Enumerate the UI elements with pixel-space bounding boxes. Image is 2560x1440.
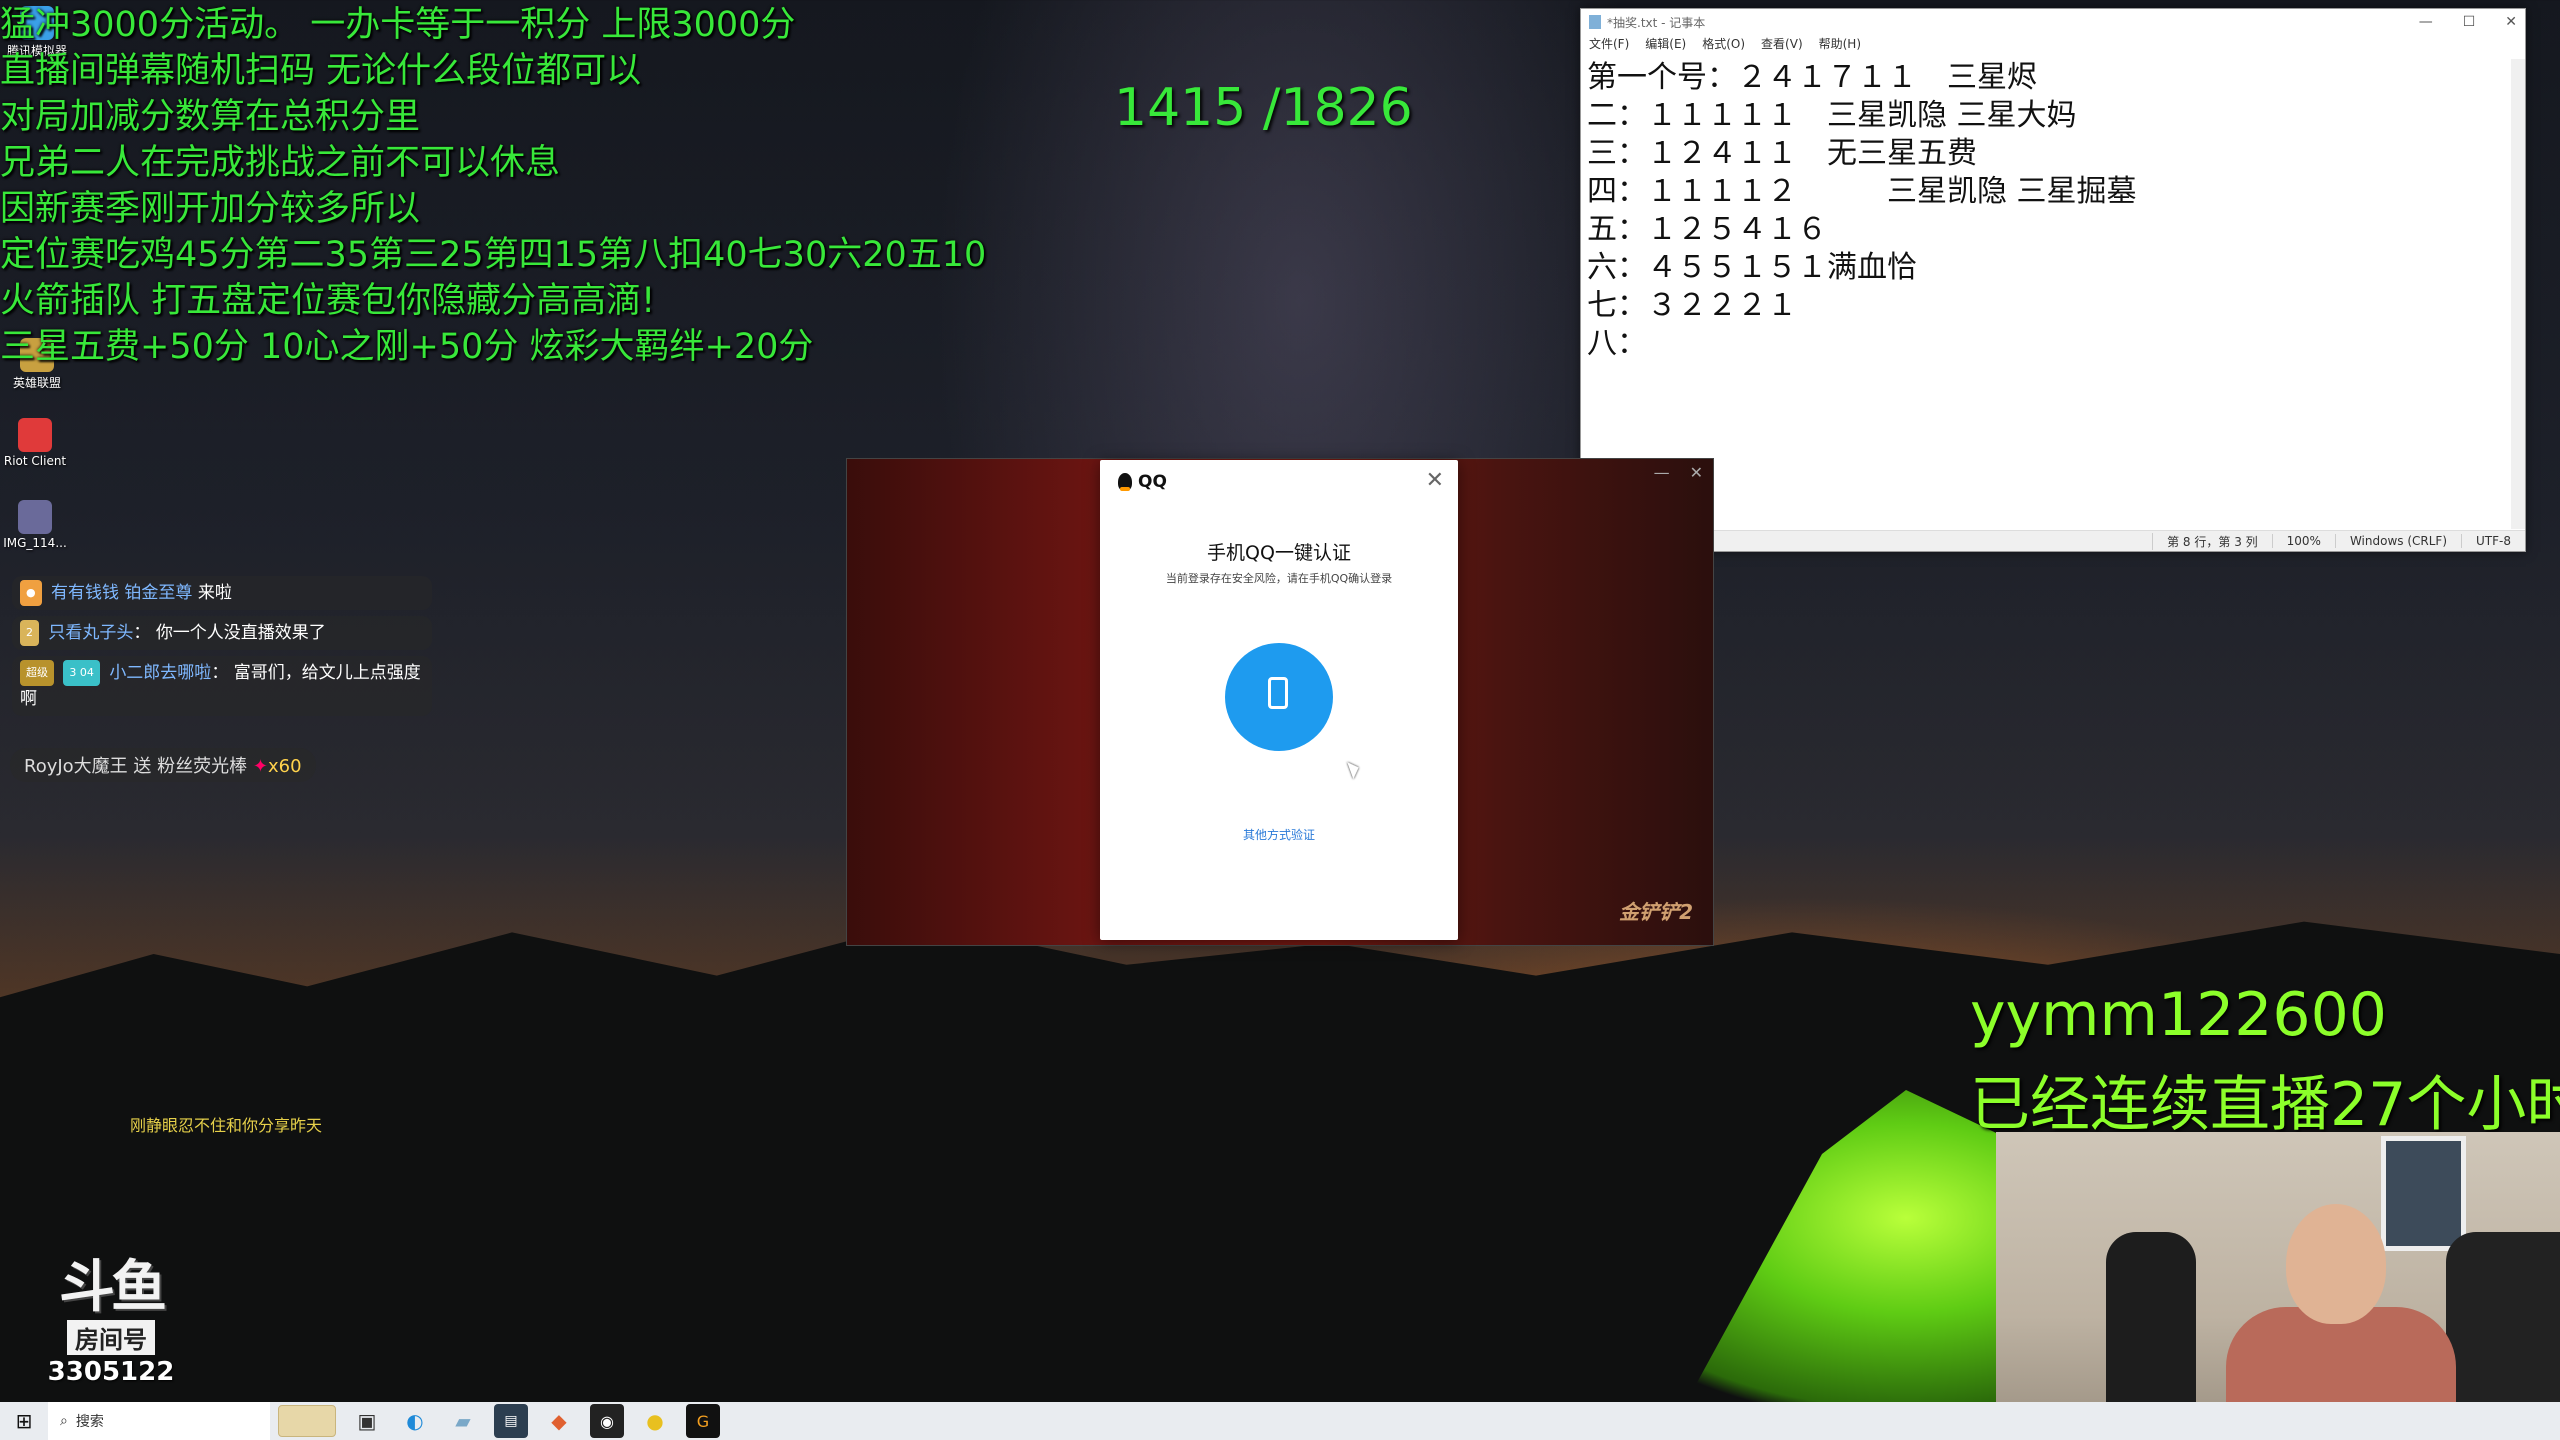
zoom-level: 100% [2271,534,2335,548]
dialog-title: 手机QQ一键认证 [1207,542,1351,564]
cursor-position: 第 8 行，第 3 列 [2152,532,2272,550]
text-line: 第一个号：２４１７１１ 三星烬 [1587,60,2037,95]
menu-view[interactable]: 查看(V) [1761,35,1803,55]
gift-notice: RoyJo大魔王 送 粉丝荧光棒 ✦x60 [10,748,316,782]
edge-browser-icon[interactable]: ◐ [398,1404,432,1438]
weather-widget-icon[interactable] [278,1405,336,1437]
close-icon[interactable]: ✕ [1426,468,1444,493]
fan-badge: ● [20,580,42,606]
overlay-line: 因新赛季刚开加分较多所以 [0,189,421,229]
ticker-text: 刚静眼忍不住和你分享昨天 [130,1116,323,1135]
app-icon[interactable]: ◆ [542,1404,576,1438]
chat-message: 2 只看丸子头： 你一个人没直播效果了 [12,616,432,650]
app-icon[interactable]: ▤ [494,1404,528,1438]
chat-text: 来啦 [197,583,232,603]
room-number: 3305122 [47,1357,175,1387]
maximize-icon[interactable]: ☐ [2463,14,2476,30]
phone-verify-button[interactable] [1225,643,1333,751]
minimize-icon[interactable]: — [1654,463,1670,482]
qq-penguin-icon [1118,473,1132,491]
qq-app-name: QQ [1138,472,1167,492]
encoding: UTF-8 [2461,534,2525,548]
text-line: 二：１１１１１ 三星凯隐 三星大妈 [1587,98,2077,133]
line-ending: Windows (CRLF) [2334,534,2461,548]
taskbar-search[interactable]: ⌕ 搜索 [48,1402,270,1440]
streamer-status: 已经连续直播27个小时 [1970,1070,2560,1140]
text-line: 六：４５５１５１满血恰 [1587,250,1917,285]
app-icon[interactable]: ● [638,1404,672,1438]
app-icon[interactable]: G [686,1404,720,1438]
gift-count: x60 [267,756,302,777]
menu-edit[interactable]: 编辑(E) [1645,35,1686,55]
image-file-icon [18,500,52,534]
level-badge: 3 04 [63,660,100,686]
windows-start-icon[interactable]: ⊞ [0,1409,48,1433]
desktop-icon-img[interactable]: IMG_114... [0,500,70,550]
chat-message: ● 有有钱钱 铂金至尊 来啦 [12,576,432,610]
menu-format[interactable]: 格式(O) [1702,35,1745,55]
streamer-head [2286,1204,2386,1324]
overlay-line: 对局加减分数算在总积分里 [0,97,421,137]
qq-auth-dialog[interactable]: QQ ✕ 手机QQ一键认证 当前登录存在安全风险，请在手机QQ确认登录 其他方式… [1100,460,1458,940]
chat-user: 小二郎去哪啦 [109,663,212,683]
chat-rank: 铂金至尊 [124,583,193,603]
douyu-room-badge: 斗鱼 房间号 3305122 [36,1255,186,1388]
chat-message: 超级 3 04 小二郎去哪啦： 富哥们，给文儿上点强度啊 [12,656,432,716]
glowstick-icon: ✦ [252,756,268,777]
chat-user: 只看丸子头 [48,623,134,643]
text-line: 七：３２２２１ [1587,288,1797,323]
notepad-text-area[interactable]: 第一个号：２４１７１１ 三星烬 二：１１１１１ 三星凯隐 三星大妈 三：１２４１… [1587,59,2509,529]
overlay-line: 猛冲3000分活动。 一办卡等于一积分 上限3000分 [0,5,796,45]
close-icon[interactable]: ✕ [1690,463,1703,482]
minimize-icon[interactable]: — [2419,14,2433,30]
close-icon[interactable]: ✕ [2505,14,2517,30]
game-logo: 金铲铲2 [1619,900,1693,924]
vertical-scrollbar[interactable] [2511,59,2525,529]
overlay-line: 定位赛吃鸡45分第二35第三25第四15第八扣40七30六20五10 [0,235,987,275]
menu-file[interactable]: 文件(F) [1589,35,1629,55]
task-view-icon[interactable]: ▣ [350,1404,384,1438]
phone-icon [1268,677,1288,709]
webcam-feed [1996,1132,2560,1440]
text-line: 三：１２４１１ 无三星五费 [1587,136,1977,171]
file-explorer-icon[interactable]: ▰ [446,1404,480,1438]
search-icon: ⌕ [60,1413,68,1429]
overlay-line: 兄弟二人在完成挑战之前不可以休息 [0,143,561,183]
notepad-title: *抽奖.txt - 记事本 [1607,15,1706,30]
chat-user: 有有钱钱 [51,583,120,603]
notepad-icon [1589,15,1601,29]
gift-user: RoyJo大魔王 [24,756,128,777]
taskbar: ⊞ ⌕ 搜索 ▣ ◐ ▰ ▤ ◆ ◉ ● G [0,1402,2560,1440]
noble-badge: 超级 [20,660,54,686]
dialog-subtitle: 当前登录存在安全风险，请在手机QQ确认登录 [1165,572,1393,585]
overlay-line: 火箭插队 打五盘定位赛包你隐藏分高高滴! [0,281,656,321]
score-counter: 1415 /1826 [1114,78,1413,138]
notepad-menubar: 文件(F) 编辑(E) 格式(O) 查看(V) 帮助(H) [1581,35,2525,55]
room-label: 房间号 [67,1320,155,1355]
notepad-titlebar[interactable]: *抽奖.txt - 记事本 — ☐ ✕ [1581,9,2525,35]
text-line: 五：１２５４１６ [1587,212,1827,247]
chat-panel: ● 有有钱钱 铂金至尊 来啦 2 只看丸子头： 你一个人没直播效果了 超级 3 … [12,576,432,722]
text-line: 四：１１１１２ 三星凯隐 三星掘墓 [1587,174,2137,209]
overlay-line: 三星五费+50分 10心之刚+50分 炫彩大羁绊+20分 [0,327,814,367]
streamer-id: yymm122600 [1970,980,2387,1050]
search-placeholder: 搜索 [75,1414,104,1430]
obs-icon[interactable]: ◉ [590,1404,624,1438]
notepad-window[interactable]: *抽奖.txt - 记事本 — ☐ ✕ 文件(F) 编辑(E) 格式(O) 查看… [1580,8,2526,552]
fan-badge: 2 [20,620,39,646]
other-verify-link[interactable]: 其他方式验证 [1100,826,1458,843]
notepad-statusbar: 第 8 行，第 3 列 100% Windows (CRLF) UTF-8 [1581,530,2525,551]
douyu-logo: 斗鱼 [59,1255,167,1320]
menu-help[interactable]: 帮助(H) [1819,35,1861,55]
chat-text: 你一个人没直播效果了 [155,623,326,643]
gift-action: 送 粉丝荧光棒 [133,756,248,777]
wall-picture [2381,1136,2466,1251]
text-line: 八： [1587,326,1647,361]
desktop-icon-riot-client[interactable]: Riot Client [0,418,70,468]
riot-client-icon [18,418,52,452]
overlay-line: 直播间弹幕随机扫码 无论什么段位都可以 [0,51,642,91]
